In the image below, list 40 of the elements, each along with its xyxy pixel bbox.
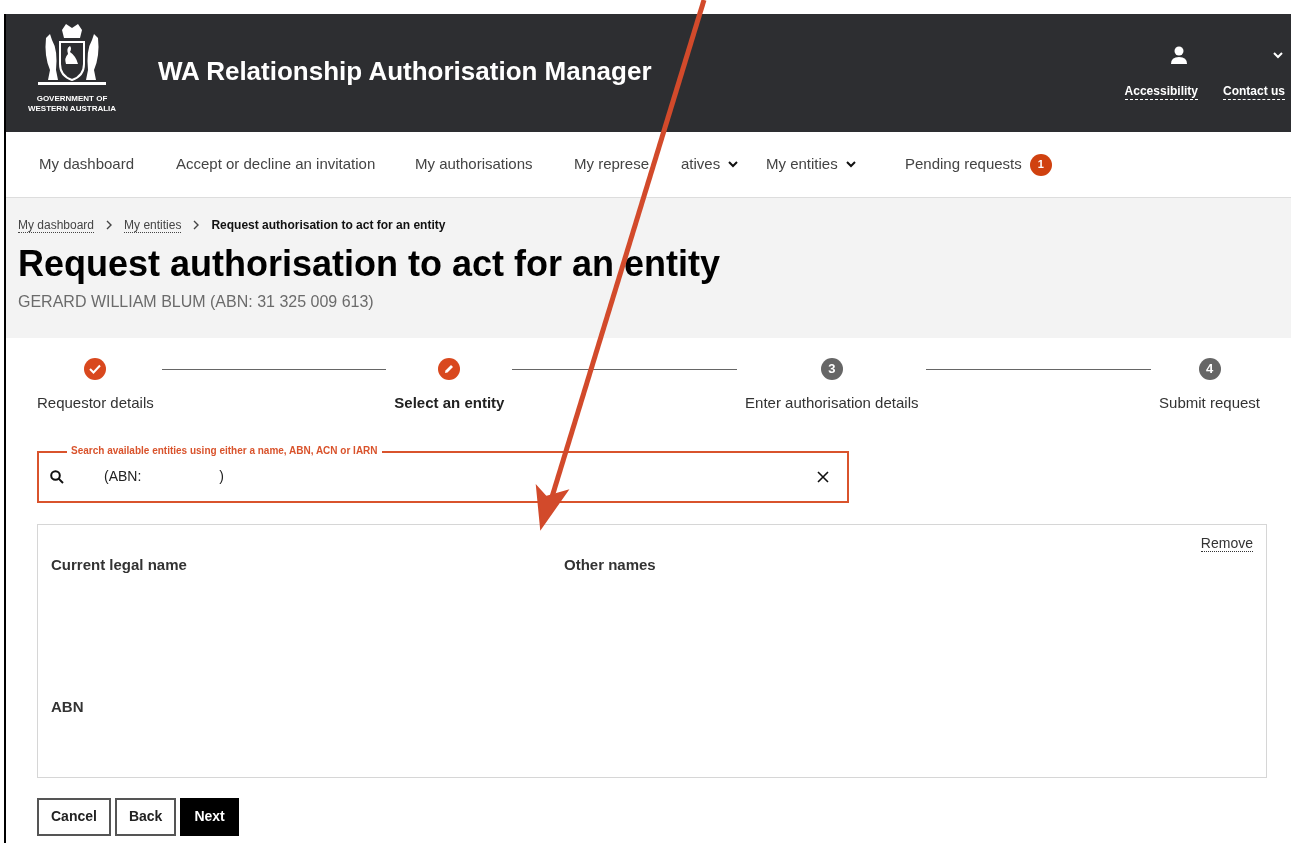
- search-input[interactable]: (ABN: ): [104, 466, 817, 487]
- action-button[interactable]: Cancel: [37, 797, 111, 836]
- field-label: Other names: [564, 555, 656, 573]
- nav-item[interactable]: My dashboard: [39, 153, 135, 176]
- nav-item[interactable]: Pending requests 1: [905, 153, 1052, 176]
- action-button[interactable]: Back: [114, 797, 177, 836]
- notification-badge: 1: [1029, 153, 1052, 176]
- field-label: ABN: [51, 697, 84, 715]
- step-label: Select an entity: [394, 393, 505, 413]
- step-edit-icon: [438, 358, 461, 380]
- header-link[interactable]: Contact us: [1223, 84, 1285, 100]
- clear-icon[interactable]: [817, 470, 829, 483]
- chevron-right-icon: [106, 220, 113, 230]
- step-label: Submit request: [1159, 393, 1260, 413]
- logo-caption: GOVERNMENT OF: [36, 94, 108, 104]
- search-icon: [50, 469, 64, 484]
- nav-item[interactable]: My entities: [766, 153, 856, 176]
- page-title: Request authorisation to act for an entity: [18, 242, 722, 286]
- chevron-right-icon: [193, 220, 200, 230]
- field-label: Current legal name: [51, 555, 187, 573]
- step-number: 3: [820, 358, 843, 380]
- site-title: WA Relationship Authorisation Manager: [158, 55, 652, 88]
- nav-item[interactable]: My authorisations: [415, 153, 533, 176]
- step-number: 4: [1198, 358, 1221, 380]
- breadcrumb-link[interactable]: My dashboard: [18, 217, 95, 233]
- breadcrumb-current: Request authorisation to act for an entity: [211, 217, 446, 234]
- nav-item[interactable]: Accept or decline an invitation: [176, 153, 376, 176]
- step-label: Enter authorisation details: [745, 393, 919, 413]
- step-label: Requestor details: [37, 393, 154, 413]
- remove-link[interactable]: Remove: [1200, 534, 1253, 552]
- header-link[interactable]: Accessibility: [1124, 84, 1198, 100]
- nav-item[interactable]: My represe atives: [574, 153, 739, 176]
- page-subtitle: GERARD WILLIAM BLUM (ABN: 31 325 009 613): [18, 292, 375, 312]
- action-button[interactable]: Next: [180, 797, 239, 836]
- logo-caption: WESTERN AUSTRALIA: [27, 104, 117, 114]
- breadcrumb-link[interactable]: My entities: [124, 217, 182, 233]
- chevron-down-icon[interactable]: [1273, 51, 1283, 59]
- field-label: Search available entities using either a name, ABN, ACN or IARN: [67, 443, 382, 458]
- user-icon[interactable]: [1171, 46, 1187, 64]
- step-complete-icon: [84, 358, 107, 380]
